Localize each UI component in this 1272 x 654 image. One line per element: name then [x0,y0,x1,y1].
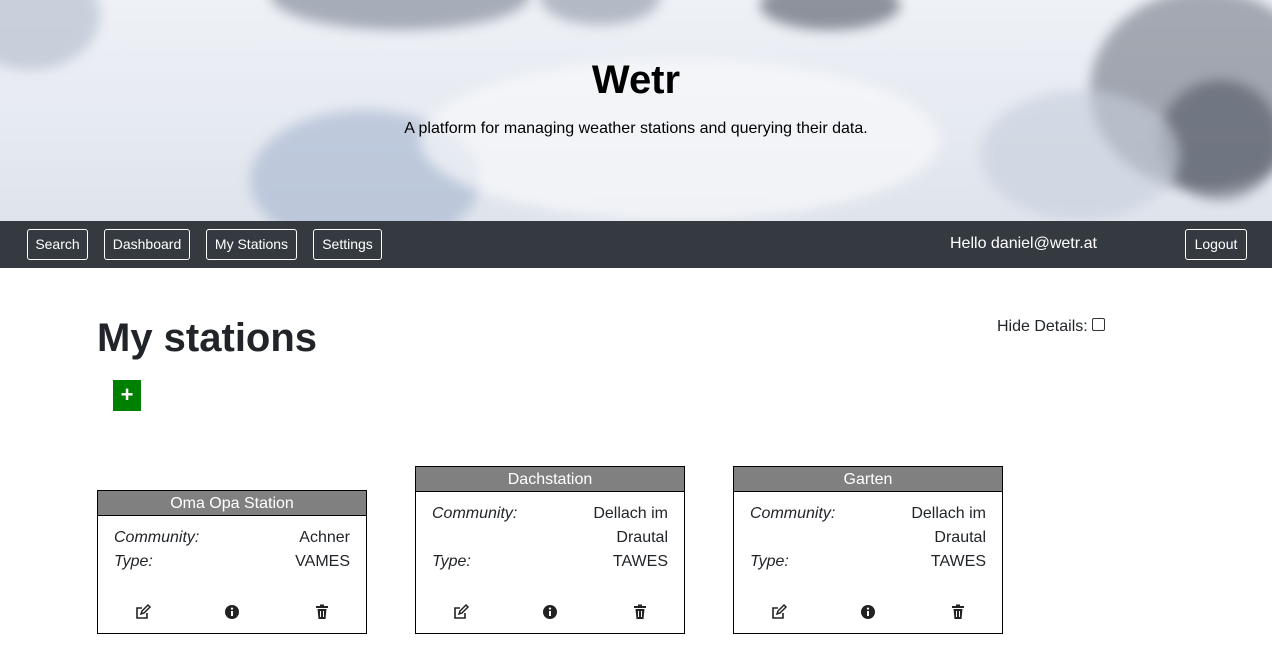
logout-button[interactable]: Logout [1185,229,1247,260]
type-label: Type: [750,553,789,570]
community-label: Community: [432,505,518,522]
type-label: Type: [114,553,153,570]
nav-dashboard-button[interactable]: Dashboard [104,229,190,260]
page-title: My stations [97,316,318,360]
hide-details-checkbox[interactable] [1092,318,1105,331]
add-station-button[interactable]: + [113,380,141,411]
hero-background-shape [270,0,530,30]
station-details: Community: Dellach im Drautal Type: TAWE… [734,492,1002,574]
trash-icon[interactable] [949,603,967,621]
trash-icon[interactable] [631,603,649,621]
station-card: Oma Opa Station Community: Achner Type: … [97,490,367,634]
community-value: Achner [299,529,350,546]
hero-banner: Wetr A platform for managing weather sta… [0,0,1272,221]
community-value: Dellach im [593,505,668,522]
app-subtitle: A platform for managing weather stations… [404,120,868,137]
station-name: Garten [734,467,1002,492]
station-name: Dachstation [416,467,684,492]
station-actions [98,603,366,623]
edit-icon[interactable] [134,603,152,621]
nav-my-stations-button[interactable]: My Stations [206,229,297,260]
app-title: Wetr [591,58,681,102]
info-icon[interactable] [541,603,559,621]
station-actions [416,603,684,623]
type-value: TAWES [930,553,986,570]
station-card: Garten Community: Dellach im Drautal Typ… [733,466,1003,634]
edit-icon[interactable] [452,603,470,621]
info-icon[interactable] [223,603,241,621]
user-greeting: Hello daniel@wetr.at [950,235,1097,252]
station-card: Dachstation Community: Dellach im Drauta… [415,466,685,634]
hero-background-shape [540,0,660,25]
station-name: Oma Opa Station [98,491,366,516]
station-details: Community: Dellach im Drautal Type: TAWE… [416,492,684,574]
community-value-continued: Drautal [616,529,668,546]
edit-icon[interactable] [770,603,788,621]
hero-background-shape [980,90,1180,220]
nav-settings-button[interactable]: Settings [313,229,382,260]
type-value: VAMES [295,553,350,570]
community-value: Dellach im [911,505,986,522]
type-label: Type: [432,553,471,570]
station-details: Community: Achner Type: VAMES [98,516,366,574]
station-actions [734,603,1002,623]
community-value-continued: Drautal [934,529,986,546]
plus-icon: + [120,382,134,407]
navbar: Search Dashboard My Stations Settings He… [0,221,1272,268]
community-label: Community: [750,505,836,522]
hide-details-label: Hide Details: [997,318,1088,335]
community-label: Community: [114,529,200,546]
nav-search-button[interactable]: Search [27,229,88,260]
hero-background-shape [760,0,900,30]
trash-icon[interactable] [313,603,331,621]
hide-details-control: Hide Details: [997,318,1105,336]
info-icon[interactable] [859,603,877,621]
type-value: TAWES [612,553,668,570]
